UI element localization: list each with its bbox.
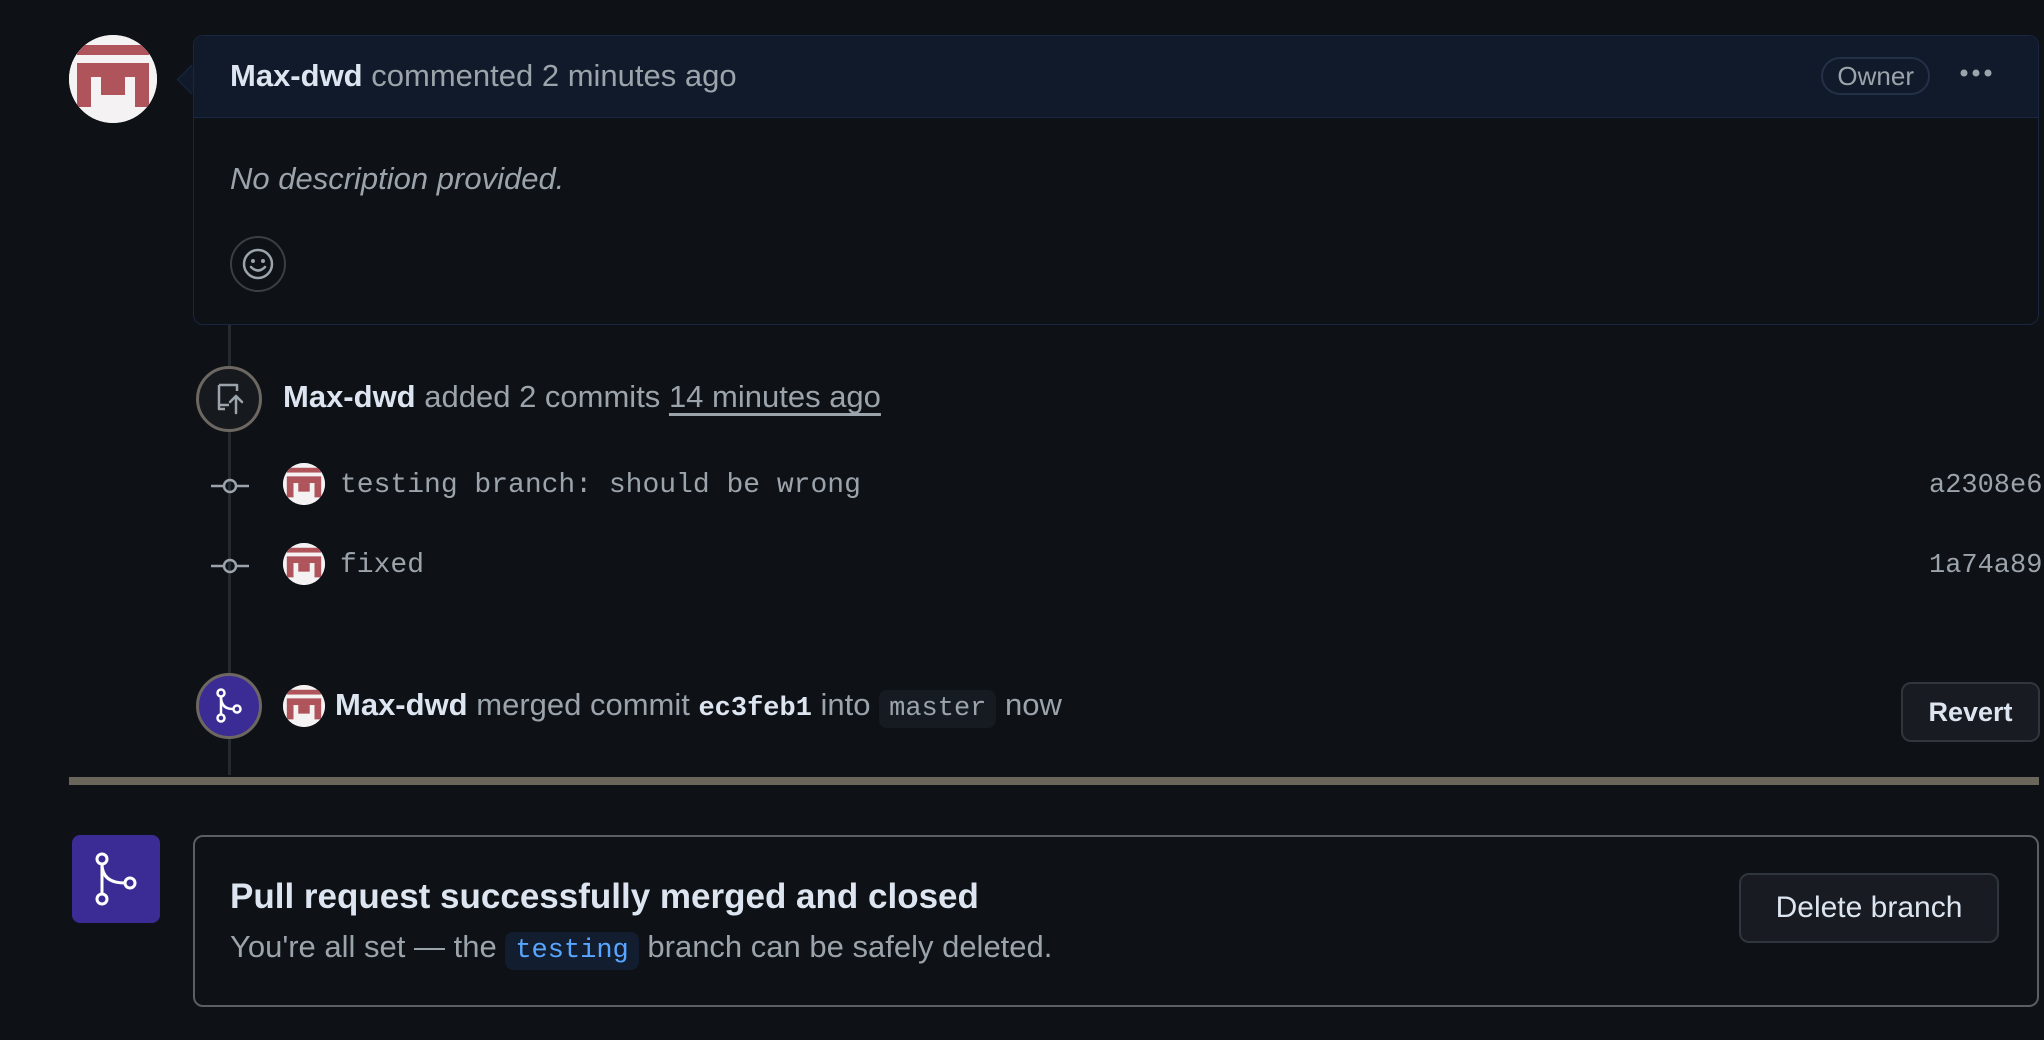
merge-event-text: Max-dwd merged commit ec3feb1 into maste… [335,687,1062,728]
repo-push-icon [196,366,262,432]
comment-author-avatar[interactable] [69,35,157,123]
git-commit-icon [211,476,249,496]
head-branch-pill[interactable]: testing [505,932,639,970]
comment-time[interactable]: 2 minutes ago [542,58,737,93]
delete-branch-button[interactable]: Delete branch [1739,873,1999,943]
base-branch-pill[interactable]: master [879,690,997,728]
kebab-horizontal-icon[interactable] [1956,56,1996,96]
revert-button[interactable]: Revert [1901,682,2040,742]
commit-sha-link[interactable]: a2308e6 [1929,471,2042,501]
timeline-end-separator [69,777,2039,785]
comment-body: No description provided. [230,161,565,196]
commit-author-avatar[interactable] [283,463,325,505]
merge-time[interactable]: now [1005,687,1062,722]
merge-status-title: Pull request successfully merged and clo… [230,877,979,916]
merge-author-avatar[interactable] [283,685,325,727]
comment-header: Max-dwd commented 2 minutes ago Owner [194,36,2038,118]
git-merge-icon [72,835,160,923]
identicon-avatar [69,35,157,123]
commit-author-avatar[interactable] [283,543,325,585]
commits-author-link[interactable]: Max-dwd [283,379,416,414]
merge-commit-sha-link[interactable]: ec3feb1 [698,694,811,724]
comment-header-text: Max-dwd commented 2 minutes ago [230,58,737,94]
merge-status-prefix: You're all set — the [230,929,497,964]
comment-author-link[interactable]: Max-dwd [230,58,363,93]
owner-badge: Owner [1821,57,1930,95]
merge-into-label: into [820,687,871,722]
commits-action: added 2 commits [424,379,661,414]
commit-sha-link[interactable]: 1a74a89 [1929,551,2042,581]
merge-status-subtitle: You're all set — the testing branch can … [230,929,1053,970]
commits-event-text: Max-dwd added 2 commits 14 minutes ago [283,379,881,415]
merge-status-box: Pull request successfully merged and clo… [193,835,2039,1007]
merge-author-link[interactable]: Max-dwd [335,687,468,722]
smiley-icon [242,248,274,280]
comment-box: Max-dwd commented 2 minutes ago Owner No… [193,35,2039,325]
commit-message-link[interactable]: fixed [340,550,424,581]
git-commit-icon [211,556,249,576]
add-reaction-button[interactable] [230,236,286,292]
comment-action: commented [371,58,534,93]
commits-time-link[interactable]: 14 minutes ago [669,379,881,414]
merge-action: merged commit [476,687,690,722]
commit-message-link[interactable]: testing branch: should be wrong [340,470,861,501]
merge-status-suffix: branch can be safely deleted. [647,929,1053,964]
git-merge-icon [196,673,262,739]
